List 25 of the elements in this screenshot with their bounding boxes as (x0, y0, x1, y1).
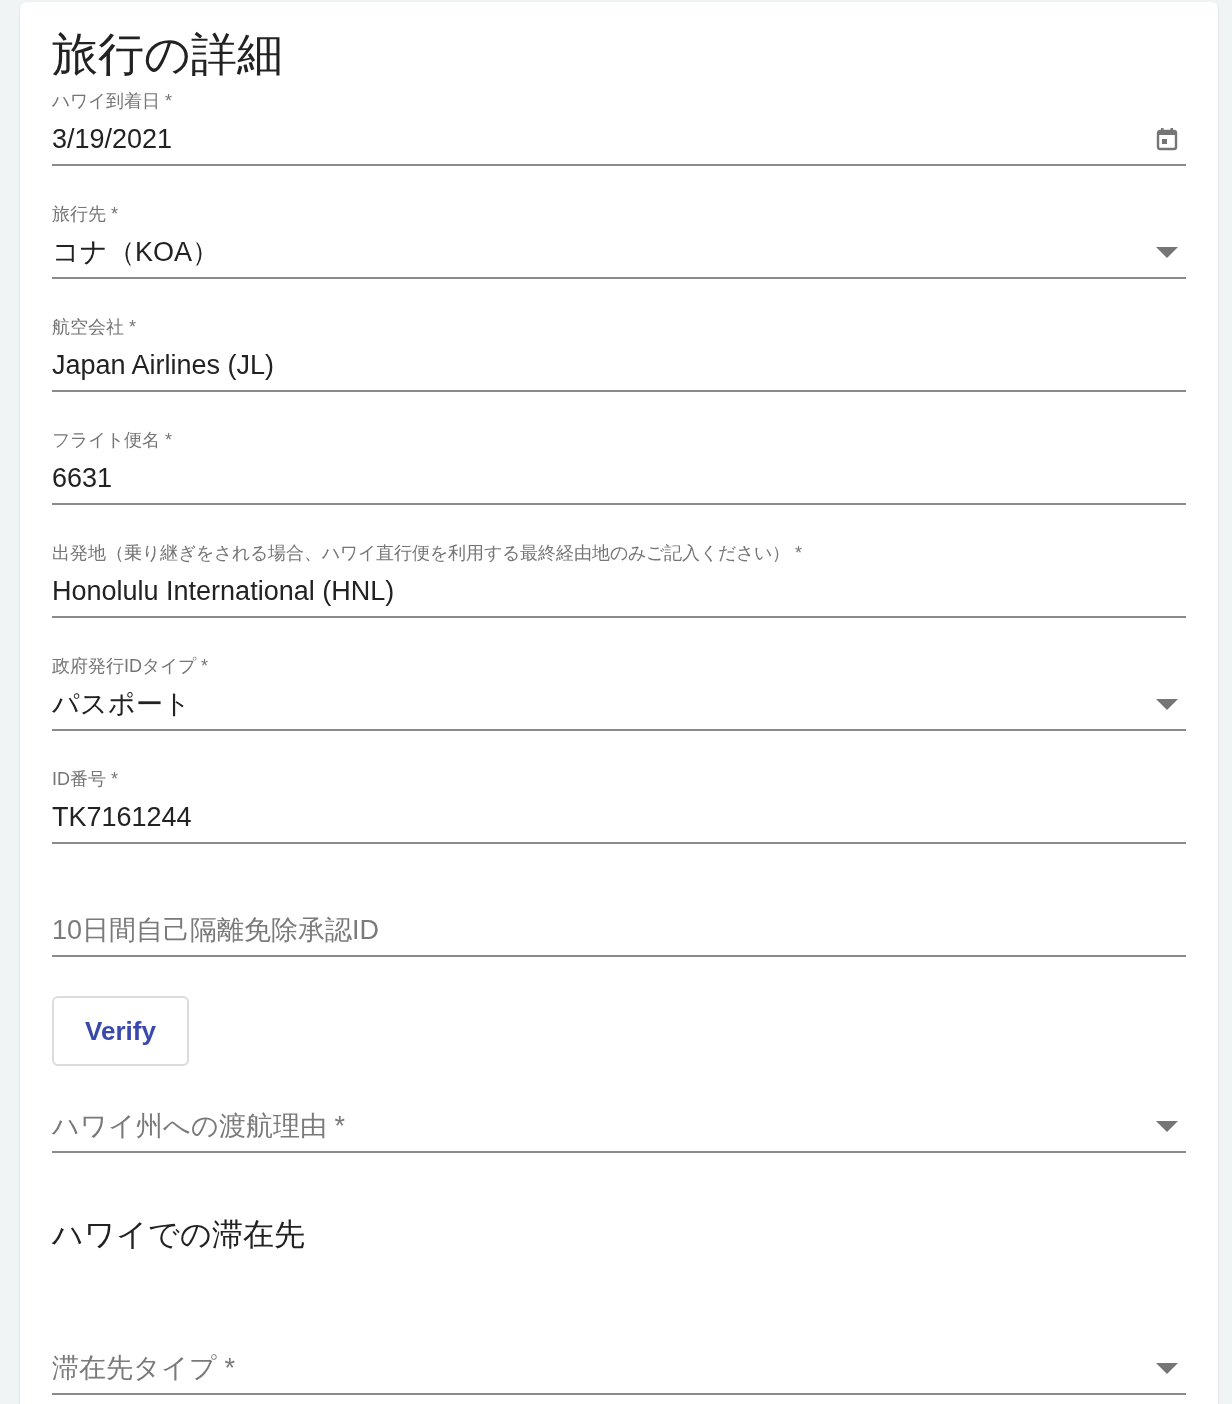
field-label: 出発地（乗り継ぎをされる場合、ハワイ直行便を利用する最終経由地のみご記入ください） * (52, 544, 802, 562)
field-label: ID番号 * (52, 770, 118, 788)
section-heading: ハワイでの滞在先 (52, 1215, 305, 1254)
text-field[interactable]: Honolulu International (HNL) (52, 566, 1186, 618)
verify-button[interactable]: Verify (52, 996, 189, 1066)
dropdown-caret-icon[interactable] (1156, 246, 1178, 258)
text-field[interactable]: 10日間自己隔離免除承認ID (52, 905, 1186, 957)
text-field[interactable]: 6631 (52, 453, 1186, 505)
calendar-icon[interactable] (1156, 127, 1178, 151)
select-field[interactable]: パスポート (52, 679, 1186, 731)
field-label: ハワイ到着日 * (52, 92, 172, 110)
text-field[interactable]: Japan Airlines (JL) (52, 340, 1186, 392)
field-label: 政府発行IDタイプ * (52, 657, 208, 675)
section-title: 旅行の詳細 (52, 31, 283, 77)
field-label: フライト便名 * (52, 431, 172, 449)
dropdown-caret-icon[interactable] (1156, 698, 1178, 710)
field-label: 旅行先 * (52, 205, 118, 223)
text-field[interactable]: TK7161244 (52, 792, 1186, 844)
select-field[interactable]: 滞在先タイプ * (52, 1343, 1186, 1395)
dropdown-caret-icon[interactable] (1156, 1362, 1178, 1374)
select-field[interactable]: ハワイ州への渡航理由 * (52, 1101, 1186, 1153)
dropdown-caret-icon[interactable] (1156, 1120, 1178, 1132)
field-label: 航空会社 * (52, 318, 136, 336)
date-field[interactable]: 3/19/2021 (52, 114, 1186, 166)
select-field[interactable]: コナ（KOA） (52, 227, 1186, 279)
